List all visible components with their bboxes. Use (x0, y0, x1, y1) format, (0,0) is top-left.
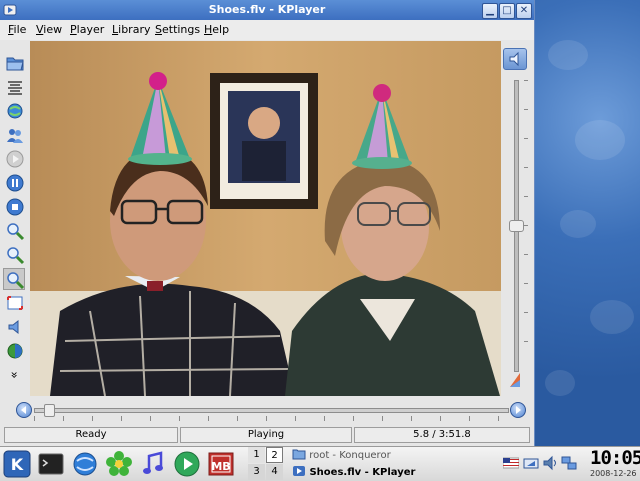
volume-toggle-button[interactable] (4, 316, 26, 338)
speaker-icon[interactable] (542, 455, 558, 471)
fullscreen-button[interactable] (4, 292, 26, 314)
seek-forward-button[interactable] (510, 402, 526, 418)
toolbar-more-button[interactable]: » (4, 364, 26, 386)
menu-library[interactable]: Library (112, 23, 150, 36)
window-title: Shoes.flv - KPlayer (208, 3, 326, 16)
folder-icon (292, 449, 306, 460)
volume-slider-ticks (524, 80, 528, 370)
contrast-icon (7, 343, 23, 359)
network-icon[interactable] (561, 455, 577, 471)
open-folder-icon (6, 57, 24, 71)
seek-back-icon (21, 406, 26, 414)
open-url-button[interactable] (4, 100, 26, 122)
pager-desktop-2[interactable]: 2 (266, 447, 283, 463)
kplayer-icon (293, 466, 305, 476)
task-kplayer-label: Shoes.flv - KPlayer (309, 467, 416, 478)
pause-icon (6, 174, 24, 192)
users-icon (7, 129, 23, 143)
users-button[interactable] (4, 124, 26, 146)
left-toolbar: » (2, 44, 28, 394)
pager-desktop-1[interactable]: 1 (248, 447, 265, 463)
playlist-icon (8, 81, 22, 95)
status-playback: Playing (180, 427, 352, 443)
close-button[interactable]: ✕ (516, 3, 532, 19)
zoom-out-icon (7, 247, 25, 265)
status-time: 5.8 / 3:51.8 (354, 427, 530, 443)
menu-help[interactable]: Help (204, 23, 229, 36)
kmb-icon[interactable]: MB (207, 450, 235, 478)
volume-icon (509, 51, 519, 67)
pager-desktop-4[interactable]: 4 (266, 464, 283, 480)
music-note-icon[interactable] (139, 450, 167, 478)
clock-time[interactable]: 10:05 (590, 447, 640, 469)
zoom-out-button[interactable] (4, 244, 26, 266)
menu-settings-mnemonic: S (155, 23, 162, 36)
desktop-pager: 1 2 3 4 (248, 447, 284, 481)
play-button[interactable] (4, 148, 26, 170)
kde-menu-icon[interactable]: K (3, 450, 31, 478)
stop-button[interactable] (4, 196, 26, 218)
clock-date: 2008-12-26 (590, 469, 637, 478)
video-settings-button[interactable] (4, 340, 26, 362)
menu-settings[interactable]: Settings (155, 23, 200, 36)
menu-settings-rest: ettings (161, 23, 201, 36)
task-konqueror[interactable]: root - Konqueror (292, 448, 391, 461)
task-konqueror-label: root - Konqueror (309, 450, 391, 461)
open-button[interactable] (4, 52, 26, 74)
title-bar[interactable]: Shoes.flv - KPlayer ▁ □ ✕ (0, 0, 534, 20)
pause-button[interactable] (4, 172, 26, 194)
maximize-button[interactable]: □ (499, 3, 515, 19)
menu-view[interactable]: View (36, 23, 62, 36)
video-frame-image (30, 41, 501, 396)
zoom-in-icon (7, 223, 25, 241)
menu-file-rest: ile (13, 23, 27, 36)
keyboard-flag-icon[interactable] (503, 455, 519, 471)
media-player-icon[interactable] (173, 450, 201, 478)
kplayer-window: Shoes.flv - KPlayer ▁ □ ✕ File View Play… (0, 0, 535, 446)
progress-ticks (34, 416, 507, 421)
pager-desktop-3[interactable]: 3 (248, 464, 265, 480)
minimize-button[interactable]: ▁ (482, 3, 498, 19)
svg-text:K: K (11, 455, 24, 474)
task-kplayer[interactable]: Shoes.flv - KPlayer (292, 465, 415, 478)
menu-view-rest: iew (43, 23, 63, 36)
menu-player-mnemonic: P (70, 23, 77, 36)
zoom-in-button[interactable] (4, 220, 26, 242)
menu-library-rest: ibrary (118, 23, 151, 36)
terminal-icon[interactable] (37, 450, 65, 478)
more-icon: » (8, 371, 22, 379)
zoom-original-button[interactable] (3, 268, 25, 290)
kmix-volume-icon[interactable] (523, 455, 539, 471)
playlist-button[interactable] (4, 76, 26, 98)
progress-slider-track[interactable] (34, 408, 509, 413)
menu-player-rest: layer (76, 23, 105, 36)
stop-icon (6, 198, 24, 216)
play-icon (6, 150, 24, 168)
menu-bar: File View Player Library Settings Help (0, 20, 534, 40)
seek-back-button[interactable] (16, 402, 32, 418)
open-url-icon (7, 103, 23, 119)
menu-player[interactable]: Player (70, 23, 104, 36)
menu-file[interactable]: File (8, 23, 26, 36)
zoom-original-icon (7, 272, 25, 290)
fullscreen-icon (7, 296, 23, 310)
volume-slider-handle[interactable] (509, 220, 524, 232)
video-area[interactable] (30, 41, 501, 396)
icq-flower-icon[interactable] (105, 450, 133, 478)
volume-ramp-icon (510, 373, 520, 387)
taskbar: K MB 1 2 3 4 root - Konqueror Shoes.flv … (0, 446, 640, 481)
status-state: Ready (4, 427, 178, 443)
svg-text:MB: MB (211, 460, 230, 473)
menu-help-rest: elp (212, 23, 230, 36)
seek-forward-icon (516, 406, 521, 414)
volume-icon (8, 319, 19, 335)
volume-button[interactable] (503, 48, 527, 70)
konqueror-globe-icon[interactable] (71, 450, 99, 478)
